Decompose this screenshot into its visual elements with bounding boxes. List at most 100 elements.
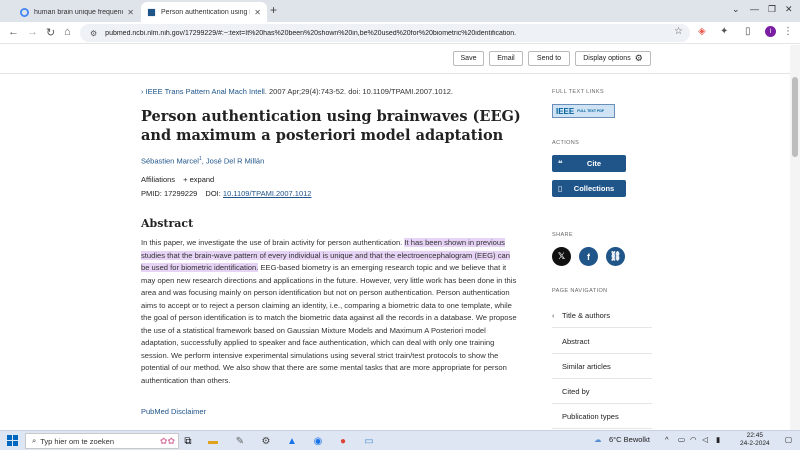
article-title: Person authentication using brainwaves (… [141,108,521,144]
cite-button[interactable]: ❝ Cite [552,155,626,172]
search-icon: ⌕ [32,436,37,445]
nav-cited-by[interactable]: Cited by [552,379,652,404]
maximize-icon[interactable]: ❐ [768,4,776,15]
new-tab-icon[interactable]: + [270,3,277,17]
page-navigation-heading: PAGE NAVIGATION [552,288,608,294]
site-info-icon[interactable]: ⚙ [90,29,97,38]
battery-icon[interactable]: ▮ [716,435,720,444]
x-twitter-icon[interactable]: 𝕏 [552,247,571,266]
profile-avatar[interactable]: I [765,26,776,37]
cite-label: Cite [586,159,602,168]
search-placeholder: Typ hier om te zoeken [40,436,114,446]
author-list: Sébastien Marcel1, José Del R Millán [141,156,265,166]
chevron-up-icon[interactable]: ^ [665,435,669,444]
notification-icon[interactable]: ▢ [785,435,792,444]
full-text-links-heading: FULL TEXT LINKS [552,89,605,95]
taskbar-clock[interactable]: 22:45 24-2-2024 [740,432,770,448]
weather-text[interactable]: 6°C Bewolkt [609,435,650,444]
settings-icon[interactable]: ⚙ [259,434,273,448]
email-button[interactable]: Email [489,51,523,66]
affiliations: Affiliations + expand [141,175,214,184]
more-menu-icon[interactable]: ⋮ [783,26,793,37]
scrollbar-thumb[interactable] [792,77,798,157]
window-close-icon[interactable]: ✕ [785,4,793,15]
extension-icon[interactable]: ◈ [698,26,706,37]
nav-label: Title & authors [562,310,611,320]
url-text: pubmed.ncbi.nlm.nih.gov/17299229/#:~:tex… [105,29,517,37]
abstract-text: In this paper, we investigate the use of… [141,237,519,387]
cloud-icon: ☁ [594,435,602,444]
collections-button[interactable]: ▯ Collections [552,180,626,197]
google-icon [20,7,29,17]
forward-icon[interactable]: → [27,26,38,38]
save-button[interactable]: Save [453,51,484,66]
tab-title: Person authentication using brainwaves [161,8,250,16]
clock-time: 22:45 [746,432,763,439]
chevron-right-icon[interactable]: › [141,87,144,96]
chevron-down-icon[interactable]: ⌄ [732,4,740,15]
ieee-logo: IEEE [556,106,575,116]
volume-icon[interactable]: ◁ [702,435,708,444]
abstract-part: EEG-based biometry is an emerging resear… [141,263,517,385]
ieee-full-text-link[interactable]: IEEE FULL TEXT PDF [552,104,615,118]
bookmark-star-icon[interactable]: ☆ [674,26,683,37]
facebook-icon[interactable]: f [579,247,598,266]
author-link[interactable]: Sébastien Marcel [141,157,199,166]
affiliation-ref[interactable]: 1 [199,156,202,162]
task-view-icon[interactable]: ⧉ [181,434,195,448]
nav-publication-types[interactable]: Publication types [552,404,652,429]
browser-toolbar: ← → ↻ ⌂ ⚙ pubmed.ncbi.nlm.nih.gov/172992… [0,22,800,44]
close-icon[interactable]: ✕ [127,8,134,17]
wifi-icon[interactable]: ◠ [690,435,697,444]
pubmed-page: Save Email Send to Display options ⚙ › I… [0,45,800,430]
vertical-scrollbar[interactable] [790,45,800,430]
share-heading: SHARE [552,232,573,238]
tab-strip: human brain unique frequency ✕ Person au… [0,0,800,22]
blossom-icon: ✿✿ [159,435,175,446]
side-panel-icon[interactable]: ▯ [745,26,751,37]
author-link[interactable]: José Del R Millán [206,157,264,166]
pmid-label: PMID: [141,189,162,198]
expand-icon[interactable]: + [183,175,187,184]
doi-label: DOI: [205,189,221,198]
expand-link[interactable]: expand [190,175,215,184]
abstract-heading: Abstract [141,217,194,230]
pmid-value: 17299229 [163,189,198,198]
minimize-icon[interactable]: — [750,4,759,14]
quote-icon: ❝ [558,159,563,168]
pubmed-disclaimer-link[interactable]: PubMed Disclaimer [141,407,206,416]
windows-start-icon[interactable] [7,435,18,446]
nav-similar-articles[interactable]: Similar articles [552,354,652,379]
send-to-button[interactable]: Send to [528,51,570,66]
gear-icon: ⚙ [634,53,643,63]
back-icon[interactable]: ← [8,26,19,38]
reload-icon[interactable]: ↻ [46,26,55,39]
windows-taskbar: ⌕ Typ hier om te zoeken ✿✿ ⧉ ▬ ✎ ⚙ ▲ ◉ ●… [0,430,800,450]
nav-title-authors[interactable]: ‹ Title & authors [552,303,652,328]
app-window-icon[interactable]: ▭ [362,434,376,448]
extensions-puzzle-icon[interactable]: ✦ [720,26,728,37]
chevron-left-icon: ‹ [552,310,555,320]
app-icon[interactable]: ◉ [311,434,325,448]
tab-pubmed-article[interactable]: Person authentication using brainwaves ✕ [141,2,267,22]
tab-google-search[interactable]: human brain unique frequency ✕ [14,2,140,22]
file-explorer-icon[interactable]: ▬ [206,434,220,448]
close-icon[interactable]: ✕ [254,8,261,17]
link-icon[interactable]: ⛓ [606,247,625,266]
doi-link[interactable]: 10.1109/TPAMI.2007.1012 [223,189,312,198]
address-bar[interactable]: ⚙ pubmed.ncbi.nlm.nih.gov/17299229/#:~:t… [80,24,690,42]
tab-title: human brain unique frequency [34,8,124,16]
affiliations-label: Affiliations [141,175,176,184]
nav-abstract[interactable]: Abstract [552,329,652,354]
journal-link[interactable]: IEEE Trans Pattern Anal Mach Intell [146,87,265,96]
photos-icon[interactable]: ▲ [285,434,299,448]
chrome-icon[interactable]: ● [336,434,350,448]
abstract-part: In this paper, we investigate the use of… [141,238,405,247]
home-icon[interactable]: ⌂ [64,26,71,38]
ieee-sub-label: FULL TEXT PDF [577,109,605,113]
paint-icon[interactable]: ✎ [233,434,247,448]
display-options-button[interactable]: Display options ⚙ [575,51,651,66]
journal-citation: › IEEE Trans Pattern Anal Mach Intell. 2… [141,87,453,96]
network-icon[interactable]: ▭ [678,435,685,444]
taskbar-search-box[interactable]: ⌕ Typ hier om te zoeken ✿✿ [25,433,179,449]
